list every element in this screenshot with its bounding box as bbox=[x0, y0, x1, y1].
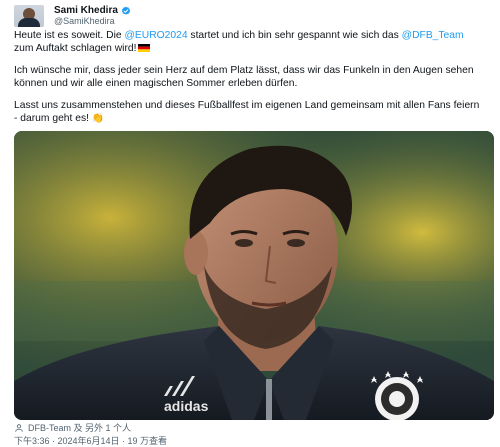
paragraph-1: Heute ist es soweit. Die @EURO2024 start… bbox=[14, 30, 484, 55]
paragraph-2: Ich wünsche mir, dass jeder sein Herz au… bbox=[14, 65, 474, 89]
mention-euro2024[interactable]: @EURO2024 bbox=[124, 30, 187, 41]
user-handle[interactable]: @SamiKhedira bbox=[54, 16, 131, 27]
text-segment: Heute ist es soweit. Die bbox=[14, 30, 125, 41]
player-portrait-image: adidas bbox=[14, 131, 494, 420]
tweet: Sami Khedira @SamiKhedira Heute ist es s… bbox=[0, 0, 500, 446]
name-row: Sami Khedira bbox=[54, 5, 131, 16]
tweet-text: Heute ist es soweit. Die @EURO2024 start… bbox=[14, 30, 484, 125]
tweet-header: Sami Khedira @SamiKhedira bbox=[14, 5, 131, 27]
person-icon bbox=[15, 423, 23, 432]
avatar[interactable] bbox=[14, 5, 44, 27]
author-names: Sami Khedira @SamiKhedira bbox=[54, 5, 131, 27]
mention-dfb-team[interactable]: @DFB_Team bbox=[402, 30, 464, 41]
tweet-photo[interactable]: adidas bbox=[14, 131, 494, 420]
tagged-people[interactable]: DFB-Team 及 另外 1 个人 bbox=[14, 421, 131, 434]
tagged-label: DFB-Team 及 另外 1 个人 bbox=[28, 423, 132, 433]
text-segment: Lasst uns zusammenstehen und dieses Fußb… bbox=[14, 100, 480, 124]
tweet-timestamp[interactable]: 下午3:36 · 2024年6月14日 · 19 万查看 bbox=[14, 434, 167, 447]
verified-badge-icon bbox=[121, 6, 130, 15]
text-segment: startet und ich bin sehr gespannt wie si… bbox=[187, 30, 402, 41]
clapping-hands-icon: 👏 bbox=[91, 112, 105, 124]
paragraph-3: Lasst uns zusammenstehen und dieses Fußb… bbox=[14, 100, 484, 125]
avatar-shirt bbox=[18, 18, 40, 27]
adidas-wordmark: adidas bbox=[164, 398, 209, 414]
display-name[interactable]: Sami Khedira bbox=[54, 5, 118, 16]
flag-germany-icon bbox=[138, 43, 151, 52]
text-segment: zum Auftakt schlagen wird! bbox=[14, 42, 137, 54]
